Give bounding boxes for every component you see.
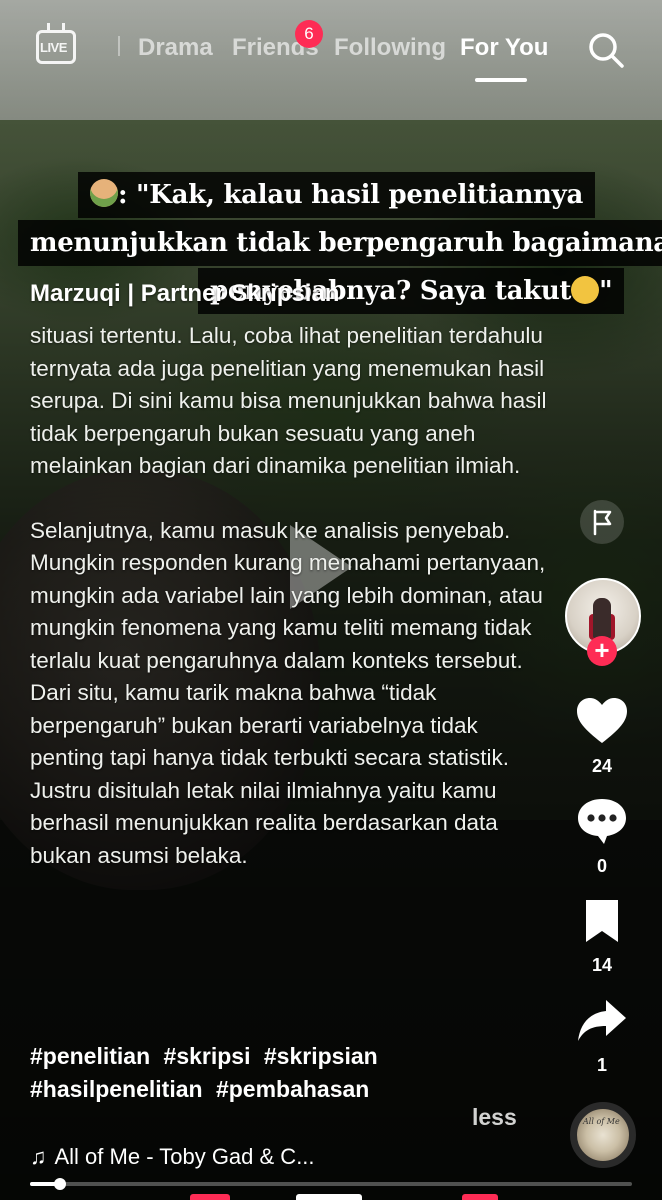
like-count: 24: [591, 756, 613, 776]
music-title: All of Me - Toby Gad & C...: [54, 1144, 315, 1169]
crying-emoji-icon: [571, 276, 600, 304]
comment-icon: [578, 799, 626, 844]
save-count: 14: [591, 955, 613, 975]
share-count: 1: [596, 1055, 607, 1075]
heart-icon: [577, 698, 627, 743]
report-button[interactable]: [580, 500, 624, 544]
friends-notification-badge: 6: [295, 20, 323, 48]
flag-icon: [593, 509, 612, 536]
bottom-tab-marker: [190, 1194, 230, 1200]
disc-label: All of Me: [583, 1117, 620, 1126]
caption-line-1: : "Kak, kalau hasil penelitiannya: [78, 172, 596, 218]
comment-count: 0: [596, 856, 607, 876]
avatar-figure: [593, 598, 611, 638]
video-progress-bar[interactable]: [30, 1178, 632, 1190]
caption-line-2: menunjukkan tidak berpengaruh bagaimana: [18, 220, 662, 266]
live-icon[interactable]: LIVE: [36, 30, 76, 64]
description-paragraph-2: Selanjutnya, kamu masuk ke analisis peny…: [30, 517, 546, 868]
search-icon[interactable]: [586, 30, 626, 70]
follow-button[interactable]: +: [587, 636, 617, 666]
tab-for-you[interactable]: For You: [460, 34, 548, 62]
top-nav: LIVE Drama Friends 6 Following For You: [0, 0, 662, 100]
bookmark-icon: [586, 900, 618, 942]
hashtag-link[interactable]: #pembahasan: [216, 1076, 369, 1102]
comment-button[interactable]: 0: [572, 795, 632, 877]
music-disc[interactable]: All of Me: [570, 1102, 636, 1168]
share-icon: [578, 1000, 626, 1041]
progress-handle[interactable]: [54, 1178, 67, 1190]
hashtag-link[interactable]: #hasilpenelitian: [30, 1076, 203, 1102]
save-button[interactable]: 14: [572, 896, 632, 976]
teacher-emoji-icon: [90, 179, 118, 207]
hashtag-link[interactable]: #skripsian: [264, 1043, 378, 1069]
create-button[interactable]: [296, 1194, 362, 1200]
music-note-icon: ♫: [30, 1144, 47, 1169]
like-button[interactable]: 24: [572, 695, 632, 777]
description-paragraph-1: situasi tertentu. Lalu, coba lihat penel…: [30, 323, 547, 478]
share-button[interactable]: 1: [572, 996, 632, 1076]
hashtag-link[interactable]: #penelitian: [30, 1043, 150, 1069]
author-name[interactable]: Marzuqi | Partner Skripsian: [30, 280, 339, 308]
hashtags: #penelitian #skripsi #skripsian #hasilpe…: [30, 1040, 550, 1106]
tab-following[interactable]: Following: [334, 34, 446, 62]
post-description: situasi tertentu. Lalu, coba lihat penel…: [30, 320, 550, 872]
bottom-tab-bar: [0, 1194, 662, 1200]
show-less-button[interactable]: less: [472, 1104, 517, 1131]
tab-drama[interactable]: Drama: [138, 34, 213, 62]
music-info[interactable]: ♫ All of Me - Toby Gad & C...: [30, 1144, 315, 1170]
inbox-badge: [462, 1194, 498, 1200]
nav-divider: [118, 36, 120, 56]
hashtag-link[interactable]: #skripsi: [164, 1043, 251, 1069]
active-tab-indicator: [475, 78, 527, 82]
